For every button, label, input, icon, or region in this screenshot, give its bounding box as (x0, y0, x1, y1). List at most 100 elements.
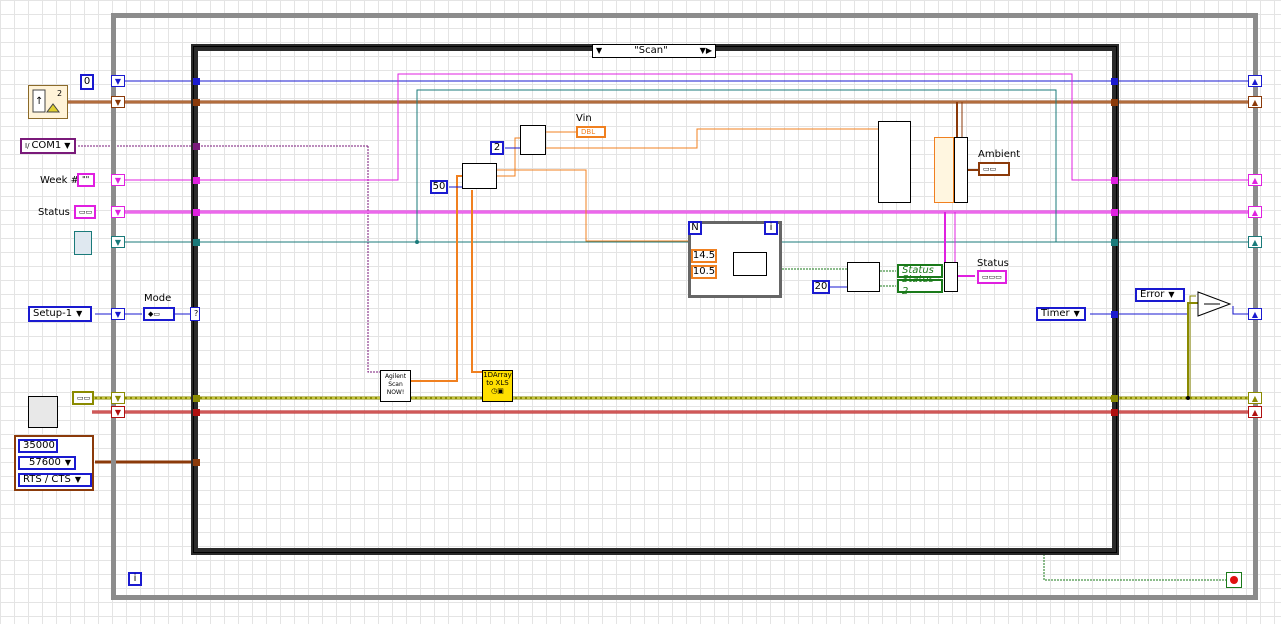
status-input[interactable]: ▭▭ (74, 205, 96, 219)
cluster-icon: ▭▭ (77, 394, 91, 402)
week-input[interactable]: "" (77, 173, 95, 187)
tunnel (1111, 78, 1118, 85)
tunnel (193, 177, 200, 184)
fifty-constant[interactable]: 50 (430, 180, 448, 194)
index-array-node[interactable] (847, 262, 880, 292)
tunnel (193, 395, 200, 402)
case-selector[interactable]: ▼ "Scan" ▼▶ (592, 44, 716, 58)
week-label: Week # (40, 175, 79, 186)
case-structure[interactable] (191, 44, 1119, 555)
agilent-scan-subvi[interactable]: Agilent Scan NOW! (380, 370, 411, 402)
enum-icon: ◆▭ (148, 310, 160, 318)
tunnel (1111, 177, 1118, 184)
shift-register-right[interactable]: ▲ (1248, 206, 1262, 218)
tunnel (193, 78, 200, 85)
mode-label: Mode (144, 293, 172, 304)
chevron-down-icon: ▼ (1168, 290, 1175, 299)
shift-register-left[interactable]: ▼ (111, 308, 125, 320)
timer-icon[interactable] (28, 396, 58, 428)
tunnel (193, 459, 200, 466)
shift-register-left[interactable]: ▼ (111, 406, 125, 418)
shift-register-left[interactable]: ▼ (111, 236, 125, 248)
tunnel (193, 409, 200, 416)
value-14-5[interactable]: 14.5 (691, 249, 717, 263)
shift-register-right[interactable]: ▲ (1248, 174, 1262, 186)
mode-control[interactable]: ◆▭ (143, 307, 175, 321)
string-icon: ▭▭▭ (982, 273, 1002, 281)
ambient-indicator[interactable]: ▭▭ (978, 162, 1010, 176)
tunnel (193, 239, 200, 246)
timeout-constant[interactable]: 35000 (18, 439, 58, 453)
status-indicator-label: Status (977, 258, 1009, 269)
bundle-node[interactable] (954, 137, 968, 203)
shift-register-right[interactable]: ▲ (1248, 236, 1262, 248)
chevron-down-icon: ▼ (76, 309, 83, 318)
file-refnum-icon[interactable] (74, 231, 92, 255)
stop-icon (1230, 576, 1238, 584)
tunnel (193, 99, 200, 106)
shift-register-left[interactable]: ▼ (111, 392, 125, 404)
tunnel (1111, 311, 1118, 318)
for-loop-count[interactable]: N (688, 221, 702, 235)
shift-register-left[interactable]: ▼ (111, 206, 125, 218)
shift-register-right[interactable]: ▲ (1248, 75, 1262, 87)
dbl-array-node[interactable] (934, 137, 954, 203)
status-indicator[interactable]: ▭▭▭ (977, 270, 1007, 284)
status-label: Status (38, 207, 70, 218)
shift-register-right[interactable]: ▲ (1248, 308, 1262, 320)
zero-constant[interactable]: 0 (80, 74, 94, 90)
baud-rate-ring[interactable]: 57600 ▼ (18, 456, 76, 470)
select-icon[interactable] (1196, 290, 1234, 318)
chevron-down-icon: ▼ (1073, 309, 1080, 318)
case-selector-left-icon[interactable]: ▼ (596, 44, 602, 58)
chevron-down-icon: ▼ (64, 458, 71, 467)
shift-register-right[interactable]: ▲ (1248, 392, 1262, 404)
chevron-down-icon: ▼ (64, 141, 71, 150)
tunnel (193, 209, 200, 216)
visa-icon: I/ (25, 142, 30, 150)
shift-register-right[interactable]: ▲ (1248, 96, 1262, 108)
shift-register-left[interactable]: ▼ (111, 75, 125, 87)
ambient-label: Ambient (978, 149, 1021, 160)
bundle-node[interactable] (944, 262, 958, 292)
com-port-constant[interactable]: I/ COM1 ▼ (20, 138, 76, 154)
stop-condition-terminal[interactable] (1226, 572, 1242, 588)
timer-enum[interactable]: Timer ▼ (1036, 307, 1086, 321)
case-selector-value: "Scan" (634, 45, 668, 56)
error-cluster-input[interactable]: ▭▭ (72, 391, 94, 405)
error-enum[interactable]: Error ▼ (1135, 288, 1185, 302)
index-array-node[interactable] (520, 125, 546, 155)
tunnel (1111, 409, 1118, 416)
value-10-5[interactable]: 10.5 (691, 265, 717, 279)
tunnel (193, 143, 200, 150)
cluster-icon: ▭▭ (983, 165, 997, 173)
serial-config-cluster[interactable]: 35000 57600 ▼ RTS / CTS ▼ (14, 435, 94, 491)
svg-text:↑: ↑ (35, 96, 43, 107)
twenty-constant[interactable]: 20 (812, 280, 830, 294)
index-array-node[interactable] (462, 163, 497, 189)
tunnel (1111, 209, 1118, 216)
for-loop-iteration: i (764, 221, 778, 235)
vin-label: Vin (576, 113, 592, 124)
shift-register-left[interactable]: ▼ (111, 96, 125, 108)
setup-enum[interactable]: Setup-1 ▼ (28, 306, 92, 322)
array-to-xls-subvi[interactable]: 1DArray to XLS ◷▣ (482, 370, 513, 402)
clock-save-icon: ◷▣ (491, 387, 504, 395)
flow-control-ring[interactable]: RTS / CTS ▼ (18, 473, 92, 487)
case-selector-arrows-icon[interactable]: ▼▶ (700, 44, 712, 58)
tunnel (1111, 239, 1118, 246)
svg-text:2: 2 (57, 89, 62, 98)
loop-iteration-terminal: i (128, 572, 142, 586)
shift-register-left[interactable]: ▼ (111, 174, 125, 186)
chevron-down-icon: ▼ (74, 475, 81, 484)
vi-reference-icon[interactable]: ↑ 2 (28, 85, 68, 119)
cluster-constant[interactable] (878, 121, 911, 203)
two-constant[interactable]: 2 (490, 141, 504, 155)
shift-register-right[interactable]: ▲ (1248, 406, 1262, 418)
tunnel (1111, 395, 1118, 402)
status-select-2[interactable]: Status 2 (897, 274, 943, 297)
string-icon: ▭▭ (79, 208, 93, 216)
case-selector-terminal[interactable]: ? (190, 307, 200, 321)
in-range-compare-node[interactable] (733, 252, 767, 276)
vin-indicator[interactable]: DBL (576, 126, 606, 138)
